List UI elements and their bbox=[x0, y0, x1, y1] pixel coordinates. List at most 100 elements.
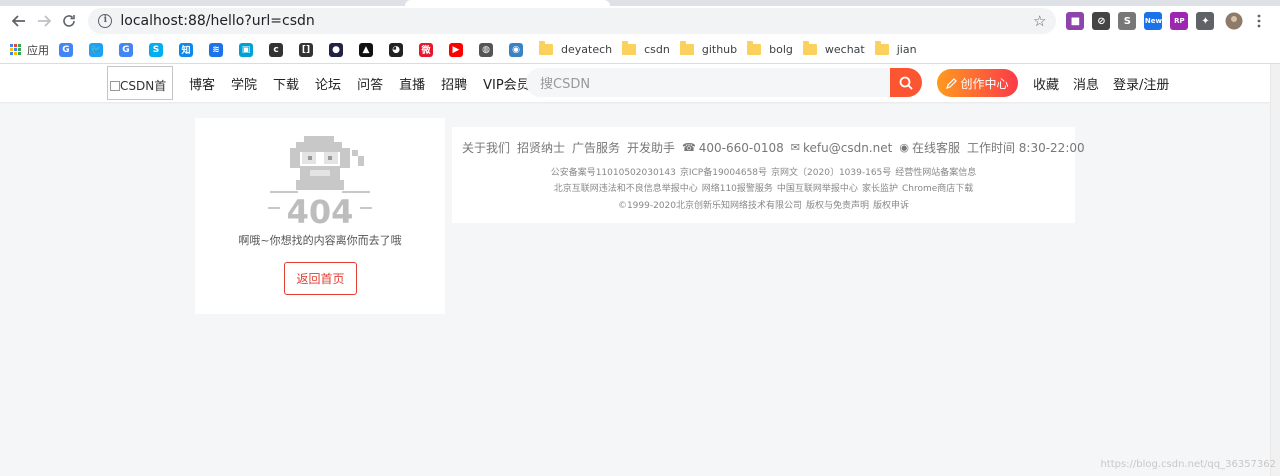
bookmark-triangle[interactable]: ▲ bbox=[359, 40, 379, 60]
nav-item-7[interactable]: VIP会员 bbox=[483, 74, 530, 93]
footer-small-link[interactable]: 版权申诉 bbox=[873, 201, 909, 211]
bookmark-skype[interactable]: S bbox=[149, 40, 169, 60]
footer-small-link[interactable]: Chrome商店下载 bbox=[902, 184, 973, 194]
bookmark-dot[interactable]: ● bbox=[329, 40, 349, 60]
footer-small-link[interactable]: 网络110报警服务 bbox=[702, 184, 773, 194]
search-input[interactable]: 搜CSDN bbox=[526, 73, 890, 92]
bookmark-bracket[interactable]: [] bbox=[299, 40, 319, 60]
footer-small-link[interactable]: ©1999-2020北京创新乐知网络技术有限公司 bbox=[618, 201, 802, 211]
footer-small-link[interactable]: 公安备案号11010502030143 bbox=[551, 168, 676, 178]
url-text[interactable]: localhost:88/hello?url=csdn bbox=[120, 13, 1033, 29]
active-tab[interactable] bbox=[405, 0, 610, 6]
footer-copyright-row: ©1999-2020北京创新乐知网络技术有限公司 版权与免责声明 版权申诉 bbox=[452, 198, 1075, 211]
error-code: 404 bbox=[287, 193, 354, 228]
bookmark-bilibili[interactable]: ▣ bbox=[239, 40, 259, 60]
bookmark-wifi[interactable]: ≋ bbox=[209, 40, 229, 60]
bookmark-label: 应用 bbox=[27, 43, 49, 57]
create-center-button[interactable]: 创作中心 bbox=[937, 69, 1018, 97]
bookmark-folder-22[interactable]: jian bbox=[874, 40, 917, 60]
bookmark-panda[interactable]: ◕ bbox=[389, 40, 409, 60]
puzzle-icon[interactable]: ✦ bbox=[1196, 12, 1215, 30]
bookmark-star-icon[interactable]: ☆ bbox=[1033, 12, 1046, 30]
bookmarks-bar: 应用 G 🐦 G S 知 ≋ ▣ c [] ● ▲ ◕ 微 ▶ ◍ ◉ deyatech csdn github bol… bbox=[0, 36, 1280, 64]
back-home-button[interactable]: 返回首页 bbox=[284, 262, 357, 295]
footer-link[interactable]: 关于我们 bbox=[462, 139, 510, 156]
footer-contact-row: 关于我们 招贤纳士 广告服务 开发助手 ☎ 400-660-0108 ✉ kefu@c… bbox=[462, 139, 1092, 156]
wifi-icon: ≋ bbox=[209, 42, 223, 57]
bookmark-0[interactable]: 应用 bbox=[10, 40, 49, 60]
footer-small-link[interactable]: 中国互联网举报中心 bbox=[777, 184, 858, 194]
online-service-item[interactable]: ◉ 在线客服 bbox=[899, 139, 960, 156]
menu-button[interactable] bbox=[1247, 8, 1270, 34]
folder-icon bbox=[539, 41, 553, 55]
messages-link[interactable]: 消息 bbox=[1073, 74, 1099, 93]
bookmark-globe[interactable]: ◍ bbox=[479, 40, 499, 60]
email-item[interactable]: ✉ kefu@csdn.net bbox=[791, 141, 893, 155]
back-button[interactable] bbox=[8, 8, 31, 34]
bookmark-weibo[interactable]: 微 bbox=[419, 40, 439, 60]
address-bar[interactable]: i localhost:88/hello?url=csdn ☆ bbox=[88, 8, 1057, 34]
panda-icon: ◕ bbox=[389, 42, 403, 57]
folder-icon bbox=[622, 41, 637, 55]
extension-icons: ■ ⊘ S New RP ✦ bbox=[1062, 12, 1218, 30]
reload-icon bbox=[63, 15, 75, 27]
nav-item-6[interactable]: 招聘 bbox=[441, 74, 467, 93]
extension-new-icon[interactable]: New bbox=[1144, 12, 1163, 30]
footer-small-link[interactable]: 京网文〔2020〕1039-165号 bbox=[771, 168, 891, 178]
site-info-icon[interactable]: i bbox=[98, 14, 113, 28]
translate-icon: G bbox=[119, 42, 133, 57]
bilibili-icon: ▣ bbox=[239, 42, 253, 57]
extension-clock-icon[interactable]: ⊘ bbox=[1092, 12, 1111, 30]
site-logo[interactable]: CSDN首 bbox=[107, 66, 173, 100]
page-scrollbar[interactable] bbox=[1270, 64, 1280, 476]
bookmark-twitter[interactable]: 🐦 bbox=[89, 40, 109, 60]
login-register-link[interactable]: 登录/注册 bbox=[1113, 74, 1169, 93]
bookmark-folder-19[interactable]: github bbox=[679, 40, 737, 60]
weibo-icon: 微 bbox=[419, 42, 433, 57]
favorites-link[interactable]: 收藏 bbox=[1033, 74, 1059, 93]
bookmark-youtube[interactable]: ▶ bbox=[449, 40, 469, 60]
nav-item-2[interactable]: 下载 bbox=[273, 74, 299, 93]
bookmark-folder-18[interactable]: csdn bbox=[622, 40, 670, 60]
logo-alt-text: CSDN首 bbox=[120, 79, 167, 93]
nav-item-5[interactable]: 直播 bbox=[399, 74, 425, 93]
search-box[interactable]: 搜CSDN bbox=[526, 68, 922, 97]
bookmark-c[interactable]: c bbox=[269, 40, 289, 60]
footer-small-link[interactable]: 家长监护 bbox=[862, 184, 898, 194]
footer-link[interactable]: 广告服务 bbox=[572, 139, 620, 156]
footer-link[interactable]: 开发助手 bbox=[627, 139, 675, 156]
footer-registration-row: 公安备案号11010502030143 京ICP备19004658号 京网文〔202… bbox=[452, 165, 1075, 178]
bookmark-translate[interactable]: G bbox=[119, 40, 139, 60]
bookmark-folder-17[interactable]: deyatech bbox=[539, 40, 612, 60]
extension-s-icon[interactable]: S bbox=[1118, 12, 1137, 30]
extension-rp-icon[interactable]: RP bbox=[1170, 12, 1189, 30]
reload-button[interactable] bbox=[58, 8, 81, 34]
chat-icon: ◉ bbox=[899, 141, 909, 154]
search-button[interactable] bbox=[890, 68, 922, 97]
nav-item-4[interactable]: 问答 bbox=[357, 74, 383, 93]
swirl-icon: ◉ bbox=[509, 42, 523, 57]
forward-button[interactable] bbox=[33, 8, 56, 34]
bookmark-label: bolg bbox=[769, 43, 793, 56]
footer-small-link[interactable]: 京ICP备19004658号 bbox=[680, 168, 767, 178]
bookmark-google[interactable]: G bbox=[59, 40, 79, 60]
footer-link[interactable]: 招贤纳士 bbox=[517, 139, 565, 156]
profile-avatar[interactable] bbox=[1222, 8, 1245, 34]
extension-purple-icon[interactable]: ■ bbox=[1066, 12, 1085, 30]
nav-item-0[interactable]: 博客 bbox=[189, 74, 215, 93]
bookmark-folder-21[interactable]: wechat bbox=[802, 40, 865, 60]
footer-small-link[interactable]: 北京互联网违法和不良信息举报中心 bbox=[554, 184, 698, 194]
nav-item-1[interactable]: 学院 bbox=[231, 74, 257, 93]
bookmark-folder-20[interactable]: bolg bbox=[747, 40, 793, 60]
error-message: 啊哦~你想找的内容离你而去了哦 bbox=[238, 234, 402, 247]
footer-small-link[interactable]: 经营性网站备案信息 bbox=[895, 168, 976, 178]
main-nav: 博客 学院 下载 论坛 问答 直播 招聘 VIP会员 bbox=[189, 64, 546, 102]
phone-item[interactable]: ☎ 400-660-0108 bbox=[682, 141, 784, 155]
bookmark-swirl[interactable]: ◉ bbox=[509, 40, 529, 60]
nav-item-3[interactable]: 论坛 bbox=[315, 74, 341, 93]
phone-number: 400-660-0108 bbox=[698, 140, 784, 155]
footer-small-link[interactable]: 版权与免责声明 bbox=[806, 201, 869, 211]
footer-links: 关于我们 招贤纳士 广告服务 开发助手 bbox=[462, 139, 682, 156]
twitter-icon: 🐦 bbox=[89, 42, 103, 57]
bookmark-zhihu[interactable]: 知 bbox=[179, 40, 199, 60]
